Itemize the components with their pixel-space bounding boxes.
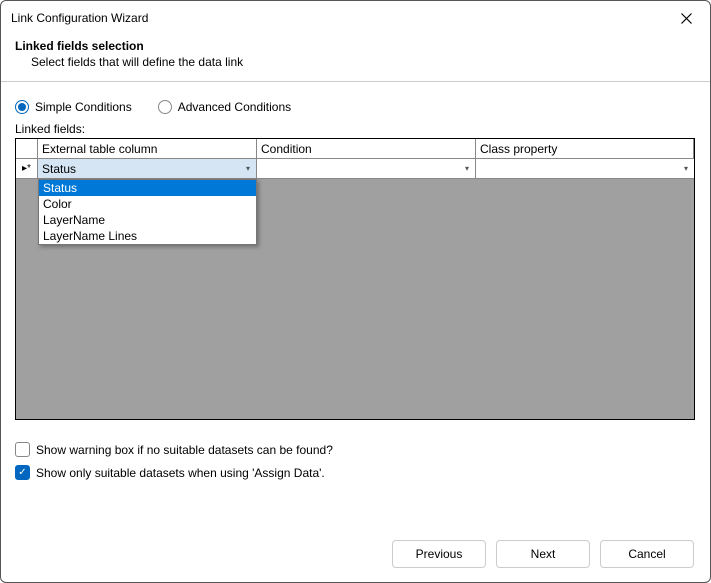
grid-header-row: External table column Condition Class pr… [16, 139, 694, 159]
wizard-header: Linked fields selection Select fields th… [1, 35, 710, 81]
close-button[interactable] [672, 4, 700, 32]
condition-cell[interactable]: ▾ [257, 159, 476, 179]
warning-checkbox-row[interactable]: Show warning box if no suitable datasets… [15, 438, 696, 461]
checkbox-unchecked-icon [15, 442, 30, 457]
external-column-dropdown: Status Color LayerName LayerName Lines [38, 179, 257, 245]
chevron-down-icon[interactable]: ▾ [240, 159, 256, 178]
class-property-cell[interactable]: ▾ [476, 159, 694, 179]
grid-corner-cell [16, 139, 38, 158]
dropdown-option[interactable]: LayerName Lines [39, 228, 256, 244]
window-title: Link Configuration Wizard [11, 11, 672, 25]
column-header-external[interactable]: External table column [38, 139, 257, 158]
condition-type-radio-group: Simple Conditions Advanced Conditions [15, 100, 696, 114]
radio-circle-icon [15, 100, 29, 114]
close-icon [681, 13, 692, 24]
checkbox-checked-icon: ✓ [15, 465, 30, 480]
previous-button[interactable]: Previous [392, 540, 486, 568]
external-column-cell[interactable]: Status ▾ [38, 159, 257, 179]
linked-fields-grid: External table column Condition Class pr… [15, 138, 695, 420]
chevron-down-icon[interactable]: ▾ [459, 159, 475, 178]
page-title: Linked fields selection [15, 39, 696, 53]
options-section: Show warning box if no suitable datasets… [1, 430, 710, 492]
column-header-condition[interactable]: Condition [257, 139, 476, 158]
next-button[interactable]: Next [496, 540, 590, 568]
radio-label: Advanced Conditions [178, 100, 291, 114]
cell-value: Status [38, 162, 240, 176]
page-subtitle: Select fields that will define the data … [15, 55, 696, 69]
checkbox-label: Show warning box if no suitable datasets… [36, 443, 333, 457]
cancel-button[interactable]: Cancel [600, 540, 694, 568]
column-header-class-property[interactable]: Class property [476, 139, 694, 158]
suitable-datasets-checkbox-row[interactable]: ✓ Show only suitable datasets when using… [15, 461, 696, 484]
dropdown-option[interactable]: Color [39, 196, 256, 212]
grid-data-row: ▸* Status ▾ ▾ ▾ [16, 159, 694, 179]
advanced-conditions-radio[interactable]: Advanced Conditions [158, 100, 291, 114]
simple-conditions-radio[interactable]: Simple Conditions [15, 100, 132, 114]
titlebar: Link Configuration Wizard [1, 1, 710, 35]
row-indicator-icon[interactable]: ▸* [16, 159, 38, 179]
dropdown-option[interactable]: Status [39, 180, 256, 196]
checkbox-label: Show only suitable datasets when using '… [36, 466, 325, 480]
content-area: Simple Conditions Advanced Conditions Li… [1, 82, 710, 430]
linked-fields-label: Linked fields: [15, 122, 696, 136]
radio-circle-icon [158, 100, 172, 114]
chevron-down-icon[interactable]: ▾ [678, 159, 694, 178]
radio-label: Simple Conditions [35, 100, 132, 114]
wizard-button-bar: Previous Next Cancel [392, 540, 694, 568]
dropdown-option[interactable]: LayerName [39, 212, 256, 228]
